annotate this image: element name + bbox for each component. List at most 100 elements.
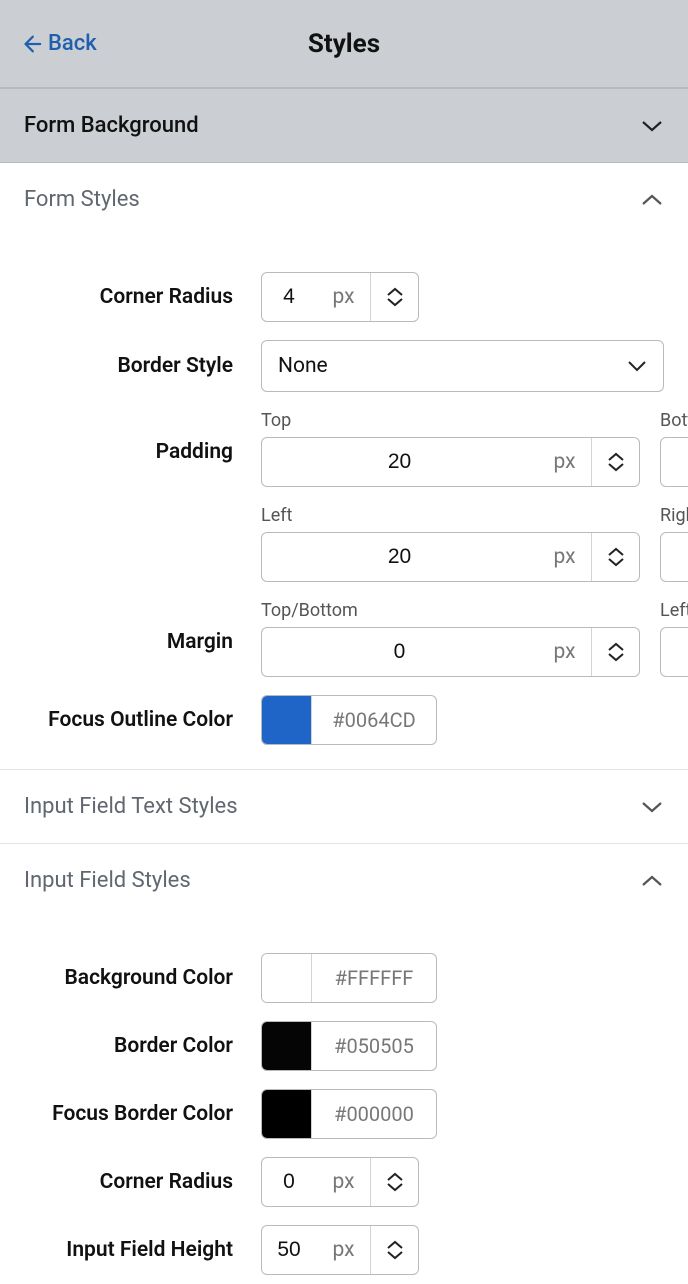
padding-top-stepper[interactable]: px: [261, 437, 640, 487]
color-hex-value[interactable]: #FFFFFF: [312, 954, 436, 1002]
margin-lr-input[interactable]: [661, 628, 688, 676]
stepper-buttons[interactable]: [370, 273, 418, 321]
section-title: Form Background: [24, 113, 199, 138]
chevron-up-icon: [607, 547, 625, 557]
section-form-styles-body: Corner Radius px Border Style None Paddi…: [0, 236, 688, 770]
row-border-style: Border Style None: [24, 340, 664, 392]
label-border-color: Border Color: [24, 1034, 261, 1058]
border-style-value: None: [278, 354, 328, 378]
row-input-height: Input Field Height px: [24, 1225, 664, 1275]
chevron-down-icon: [640, 795, 664, 819]
sublabel-left: Left: [261, 505, 640, 526]
label-focus-border-color: Focus Border Color: [24, 1102, 261, 1126]
padding-left-stepper[interactable]: px: [261, 532, 640, 582]
color-swatch[interactable]: [262, 1022, 312, 1070]
row-background-color: Background Color #FFFFFF: [24, 953, 664, 1003]
sublabel-right: Right: [660, 505, 688, 526]
chevron-down-icon: [627, 360, 647, 372]
border-color-picker[interactable]: #050505: [261, 1021, 437, 1071]
padding-right-input[interactable]: [661, 533, 688, 581]
sublabel-margin-tb: Top/Bottom: [261, 600, 640, 621]
stepper-buttons[interactable]: [591, 628, 639, 676]
label-margin: Margin: [24, 630, 261, 654]
input-corner-radius-input[interactable]: [262, 1158, 316, 1206]
section-input-styles-body: Background Color #FFFFFF Border Color #0…: [0, 917, 688, 1281]
back-arrow-icon: [20, 33, 42, 55]
label-border-style: Border Style: [24, 354, 261, 378]
label-focus-outline-color: Focus Outline Color: [24, 708, 261, 732]
row-padding-left-right: Left px Right px: [24, 505, 664, 582]
sublabel-top: Top: [261, 410, 640, 431]
padding-left-input[interactable]: [262, 533, 537, 581]
label-padding: Padding: [24, 440, 261, 464]
label-corner-radius: Corner Radius: [24, 285, 261, 309]
label-background-color: Background Color: [24, 966, 261, 990]
chevron-up-icon: [607, 642, 625, 652]
color-hex-value[interactable]: #050505: [312, 1022, 436, 1070]
row-border-color: Border Color #050505: [24, 1021, 664, 1071]
focus-outline-color-picker[interactable]: #0064CD: [261, 695, 437, 745]
chevron-down-icon: [607, 557, 625, 567]
margin-lr-stepper[interactable]: px: [660, 627, 688, 677]
padding-bottom-stepper[interactable]: px: [660, 437, 688, 487]
margin-tb-stepper[interactable]: px: [261, 627, 640, 677]
unit-label: px: [316, 1158, 370, 1206]
section-title: Input Field Text Styles: [24, 794, 238, 819]
unit-label: px: [537, 628, 591, 676]
chevron-down-icon: [640, 114, 664, 138]
section-form-background[interactable]: Form Background: [0, 88, 688, 163]
unit-label: px: [537, 438, 591, 486]
row-margin: Margin Top/Bottom px Left/Right px: [24, 600, 664, 677]
margin-tb-input[interactable]: [262, 628, 537, 676]
input-corner-radius-stepper[interactable]: px: [261, 1157, 419, 1207]
input-height-stepper[interactable]: px: [261, 1225, 419, 1275]
corner-radius-input[interactable]: [262, 273, 316, 321]
chevron-down-icon: [386, 1182, 404, 1192]
row-padding-top-bottom: Padding Top px Bottom px: [24, 410, 664, 487]
color-swatch[interactable]: [262, 954, 312, 1002]
focus-border-color-picker[interactable]: #000000: [261, 1089, 437, 1139]
panel-header: Back Styles: [0, 0, 688, 88]
section-input-styles[interactable]: Input Field Styles: [0, 844, 688, 917]
label-input-corner-radius: Corner Radius: [24, 1170, 261, 1194]
input-height-input[interactable]: [262, 1226, 316, 1274]
chevron-down-icon: [607, 462, 625, 472]
sublabel-bottom: Bottom: [660, 410, 688, 431]
back-label: Back: [48, 31, 97, 56]
row-input-corner-radius: Corner Radius px: [24, 1157, 664, 1207]
section-title: Input Field Styles: [24, 868, 191, 893]
chevron-up-icon: [386, 287, 404, 297]
label-input-height: Input Field Height: [24, 1238, 261, 1262]
background-color-picker[interactable]: #FFFFFF: [261, 953, 437, 1003]
color-swatch[interactable]: [262, 696, 312, 744]
chevron-up-icon: [607, 452, 625, 462]
row-focus-outline-color: Focus Outline Color #0064CD: [24, 695, 664, 745]
section-title: Form Styles: [24, 187, 140, 212]
back-button[interactable]: Back: [20, 31, 97, 56]
chevron-up-icon: [640, 869, 664, 893]
chevron-down-icon: [607, 652, 625, 662]
sublabel-margin-lr: Left/Right: [660, 600, 688, 621]
stepper-buttons[interactable]: [591, 438, 639, 486]
stepper-buttons[interactable]: [370, 1158, 418, 1206]
stepper-buttons[interactable]: [370, 1226, 418, 1274]
color-swatch[interactable]: [262, 1090, 312, 1138]
color-hex-value[interactable]: #000000: [312, 1090, 436, 1138]
padding-bottom-input[interactable]: [661, 438, 688, 486]
unit-label: px: [537, 533, 591, 581]
page-title: Styles: [0, 29, 688, 59]
chevron-up-icon: [386, 1172, 404, 1182]
corner-radius-stepper[interactable]: px: [261, 272, 419, 322]
section-form-styles[interactable]: Form Styles: [0, 163, 688, 236]
unit-label: px: [316, 1226, 370, 1274]
border-style-select[interactable]: None: [261, 340, 664, 392]
row-corner-radius: Corner Radius px: [24, 272, 664, 322]
color-hex-value[interactable]: #0064CD: [312, 696, 436, 744]
chevron-up-icon: [640, 188, 664, 212]
section-input-text-styles[interactable]: Input Field Text Styles: [0, 770, 688, 844]
chevron-up-icon: [386, 1240, 404, 1250]
chevron-down-icon: [386, 297, 404, 307]
stepper-buttons[interactable]: [591, 533, 639, 581]
padding-right-stepper[interactable]: px: [660, 532, 688, 582]
padding-top-input[interactable]: [262, 438, 537, 486]
